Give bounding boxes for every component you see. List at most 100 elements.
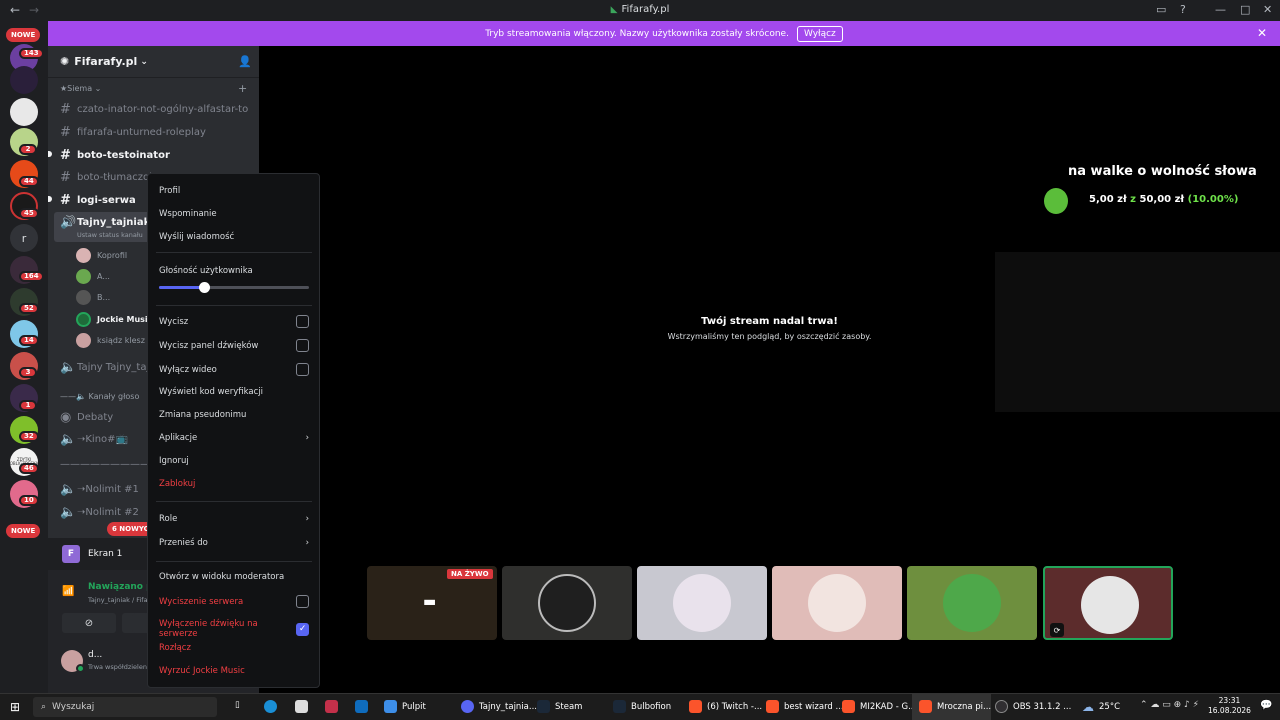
avatar (76, 333, 91, 348)
new-servers-badge[interactable]: NOWE (6, 28, 41, 42)
voice-user[interactable]: A... (76, 269, 110, 284)
taskbar-item-steam[interactable]: Steam (537, 700, 582, 713)
start-icon[interactable]: ⊞ (10, 700, 20, 714)
mention-badge: 52 (19, 303, 39, 314)
notification-icon[interactable]: 💬 (1260, 700, 1272, 711)
help-icon[interactable]: ? (1180, 3, 1186, 16)
live-badge: NA ŻYWO (447, 569, 493, 579)
server-icon[interactable] (10, 66, 38, 94)
window-title: ◣ Fifarafy.pl (610, 4, 670, 15)
menu-item-disconnect[interactable]: Rozłącz (159, 643, 309, 653)
search-box[interactable]: ⌕ Wyszukaj (33, 697, 217, 717)
voice-user[interactable]: Koprofil (76, 248, 127, 263)
menu-item-nickname[interactable]: Zmiana pseudonimu (159, 410, 309, 420)
participant-tile[interactable] (637, 566, 767, 640)
menu-item-verification-code[interactable]: Wyświetl kod weryfikacji (159, 387, 309, 397)
participant-tile[interactable] (772, 566, 902, 640)
menu-item-server-deafen[interactable]: Wyłączenie dźwięku na serwerze ✓ (159, 619, 309, 639)
server-deafen-checkbox[interactable]: ✓ (296, 622, 309, 636)
avatar (76, 290, 91, 305)
steam-icon (537, 700, 550, 713)
cloud-icon: ☁ (1082, 700, 1094, 714)
maximize-icon[interactable]: □ (1240, 3, 1250, 16)
signal-icon[interactable]: 📶 (62, 586, 74, 597)
invite-people-icon[interactable]: 👤 (238, 55, 252, 68)
mention-badge: 45 (19, 208, 39, 219)
clock[interactable]: 23:31 16.08.2026 (1208, 696, 1251, 716)
user-context-menu: Profil Wspominanie Wyślij wiadomość Głoś… (147, 173, 320, 688)
speaker-icon: 🔈 (60, 360, 77, 375)
menu-separator (156, 252, 312, 253)
close-banner-icon[interactable]: ✕ (1257, 26, 1267, 40)
taskbar-item-discord[interactable]: Tajny_tajnia... (461, 700, 537, 713)
channel-item[interactable]: # fifarafa-unturned-roleplay (60, 125, 255, 140)
voice-status[interactable]: Ustaw status kanału (77, 231, 143, 239)
participant-tile-speaking[interactable]: ⟳ (1043, 566, 1173, 640)
camera-off-button[interactable]: ⊘ (62, 613, 116, 633)
taskbar-item-brave-3[interactable]: MI2KAD - G... (842, 700, 916, 713)
taskbar-item-brave-4[interactable]: Mroczna pi... (919, 700, 991, 713)
menu-item-moderator-view[interactable]: Otwórz w widoku moderatora (159, 572, 309, 582)
channel-item[interactable]: # czato-inator-not-ogólny-alfastar-to (60, 102, 255, 117)
menu-item-message[interactable]: Wyślij wiadomość (159, 232, 309, 242)
app-icon[interactable] (325, 700, 343, 713)
participant-tile[interactable] (907, 566, 1037, 640)
menu-item-server-mute[interactable]: Wyciszenie serwera (159, 595, 309, 608)
volume-slider-fill (159, 286, 204, 289)
menu-item-disable-video[interactable]: Wyłącz wideo (159, 363, 309, 376)
taskbar-item-obs[interactable]: OBS 31.1.2 ... (995, 700, 1071, 713)
volume-slider-track[interactable] (159, 282, 309, 293)
menu-item-apps[interactable]: Aplikacje › (159, 433, 309, 443)
new-servers-badge[interactable]: NOWE (6, 524, 41, 538)
task-view-icon[interactable]: ▯ (235, 700, 240, 710)
video-checkbox[interactable] (296, 363, 309, 376)
server-header[interactable]: ✺ Fifarafy.pl ⌄ 👤 (48, 46, 259, 78)
avatar (538, 574, 596, 632)
system-tray-icons[interactable]: ⌃ ☁ ▭ ⊕ ♪ ⚡ (1140, 700, 1199, 710)
menu-item-mute[interactable]: Wycisz (159, 315, 309, 328)
server-mute-checkbox[interactable] (296, 595, 309, 608)
paused-title: Twój stream nadal trwa! (701, 316, 838, 327)
participant-tile-stream[interactable]: NA ŻYWO ▬ (367, 566, 497, 640)
participant-tile[interactable] (502, 566, 632, 640)
voice-user[interactable]: Jockie Music (76, 312, 152, 327)
soundboard-checkbox[interactable] (296, 339, 309, 352)
add-channel-icon[interactable]: + (238, 82, 247, 95)
inbox-icon[interactable]: ▭ (1156, 3, 1166, 16)
brave-icon (842, 700, 855, 713)
voice-user[interactable]: ksiądz klesz (76, 333, 145, 348)
category-header[interactable]: ★Siema ⌄ (60, 84, 101, 93)
minimize-icon[interactable]: — (1215, 3, 1226, 16)
taskbar-item-brave-2[interactable]: best wizard ... (766, 700, 844, 713)
server-icon-letter[interactable]: r (10, 224, 38, 252)
menu-item-ignore[interactable]: Ignoruj (159, 456, 309, 466)
menu-item-mention[interactable]: Wspominanie (159, 209, 309, 219)
volume-slider-handle[interactable] (199, 282, 210, 293)
edge-icon[interactable] (264, 700, 282, 713)
weather-widget[interactable]: ☁ 25°C (1082, 700, 1120, 714)
steam-icon (613, 700, 626, 713)
outlook-icon[interactable] (355, 700, 373, 713)
hash-icon: # (60, 125, 71, 140)
channel-item[interactable]: # boto-testoinator (60, 148, 255, 163)
server-icon[interactable] (10, 98, 38, 126)
store-icon[interactable] (295, 700, 313, 713)
taskbar-item-folder[interactable]: Pulpit (384, 700, 426, 713)
taskbar-item-brave-1[interactable]: (6) Twitch -... (689, 700, 762, 713)
taskbar-item-steam-2[interactable]: Bulbofion (613, 700, 671, 713)
close-window-icon[interactable]: ✕ (1263, 3, 1272, 16)
title-bar: ← → ◣ Fifarafy.pl ▭ ? — □ ✕ (0, 0, 1280, 21)
menu-item-roles[interactable]: Role › (159, 514, 309, 524)
brave-icon (689, 700, 702, 713)
menu-item-profile[interactable]: Profil (159, 186, 309, 196)
mute-checkbox[interactable] (296, 315, 309, 328)
menu-item-kick[interactable]: Wyrzuć Jockie Music (159, 666, 309, 676)
menu-item-move-to[interactable]: Przenieś do › (159, 538, 309, 548)
menu-item-block[interactable]: Zablokuj (159, 479, 309, 489)
voice-user[interactable]: B... (76, 290, 110, 305)
disable-streamer-mode-button[interactable]: Wyłącz (796, 25, 843, 42)
username[interactable]: d... (88, 650, 102, 660)
voice-category[interactable]: ——🔈 Kanały głoso (60, 392, 139, 401)
menu-item-mute-soundboard[interactable]: Wycisz panel dźwięków (159, 339, 309, 352)
activity-button[interactable] (132, 613, 148, 633)
